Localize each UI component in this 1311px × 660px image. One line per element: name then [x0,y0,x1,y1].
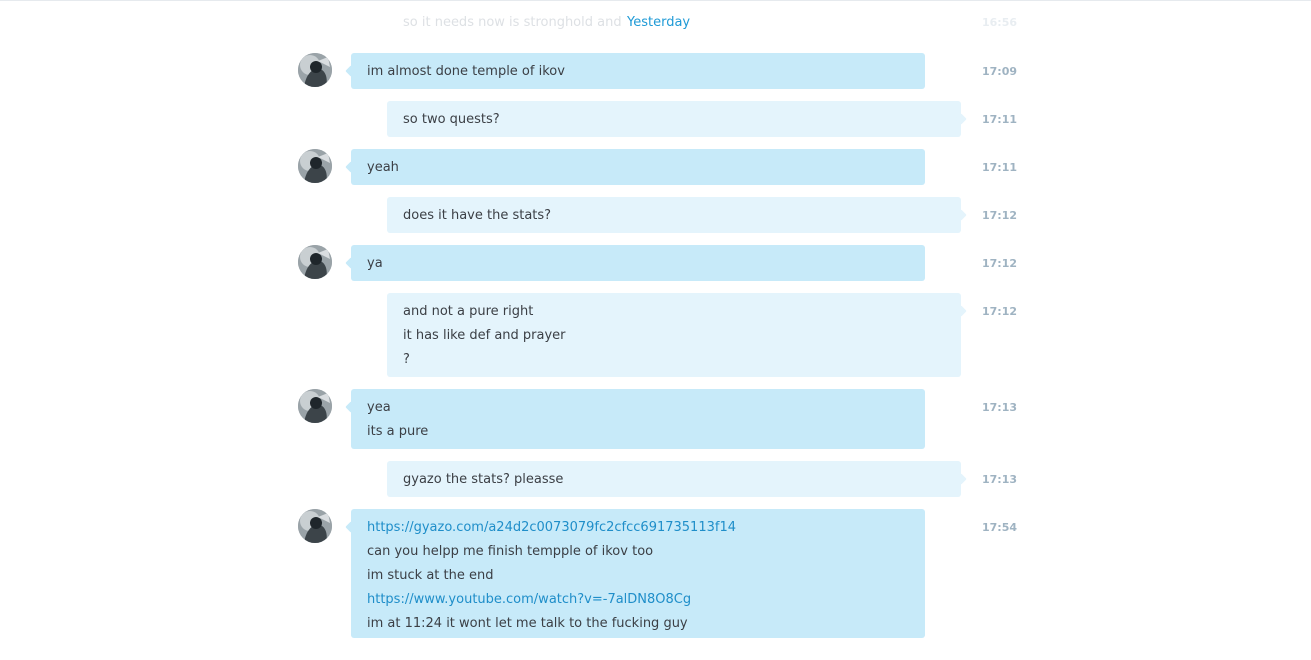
message-timestamp: 17:12 [982,209,1018,222]
message-text: its a pure [367,424,429,439]
message-timestamp: 17:11 [982,113,1018,126]
contact-avatar[interactable] [298,509,332,543]
message-bubble-outgoing[interactable]: and not a pure right it has like def and… [387,293,961,377]
message-text: and not a pure right [403,304,534,319]
contact-avatar[interactable] [298,53,332,87]
message-text: gyazo the stats? pleasse [403,472,564,487]
message-bubble-incoming[interactable]: yea its a pure [351,389,925,449]
message-timestamp: 17:11 [982,161,1018,174]
message-text: ya [367,256,383,271]
message-text: it has like def and prayer [403,328,566,343]
message-text: does it have the stats? [403,208,552,223]
message-text: ? [403,352,410,367]
faded-timestamp: 16:56 [982,16,1018,29]
message-link[interactable]: https://www.youtube.com/watch?v=-7alDN8O… [367,588,909,612]
message-bubble-outgoing[interactable]: does it have the stats? [387,197,961,233]
message-timestamp: 17:12 [982,257,1018,270]
message-text: im almost done temple of ikov [367,64,565,79]
message-link[interactable]: https://gyazo.com/a24d2c0073079fc2cfcc69… [367,516,909,540]
message-bubble-incoming[interactable]: ya [351,245,925,281]
message-bubble-incoming[interactable]: https://gyazo.com/a24d2c0073079fc2cfcc69… [351,509,925,638]
date-label: Yesterday [626,15,691,30]
message-bubble-incoming[interactable]: im almost done temple of ikov [351,53,925,89]
message-timestamp: 17:13 [982,401,1018,414]
message-timestamp: 17:09 [982,65,1018,78]
message-text: so two quests? [403,112,500,127]
top-divider [0,0,1311,1]
contact-avatar[interactable] [298,149,332,183]
contact-avatar[interactable] [298,245,332,279]
message-bubble-outgoing[interactable]: gyazo the stats? pleasse [387,461,961,497]
message-text: yea [367,400,391,415]
message-bubble-outgoing[interactable]: so two quests? [387,101,961,137]
message-timestamp: 17:12 [982,305,1018,318]
message-text: can you helpp me finish tempple of ikov … [367,544,654,559]
message-text: yeah [367,160,399,175]
date-divider: so it needs now is stronghold and dt Yes… [403,14,1023,32]
message-bubble-incoming[interactable]: yeah [351,149,925,185]
message-text: im at 11:24 it wont let me talk to the f… [367,616,688,631]
message-text: im stuck at the end [367,568,494,583]
message-timestamp: 17:54 [982,521,1018,534]
contact-avatar[interactable] [298,389,332,423]
faded-previous-message: so it needs now is stronghold and dt [403,15,625,30]
message-timestamp: 17:13 [982,473,1018,486]
